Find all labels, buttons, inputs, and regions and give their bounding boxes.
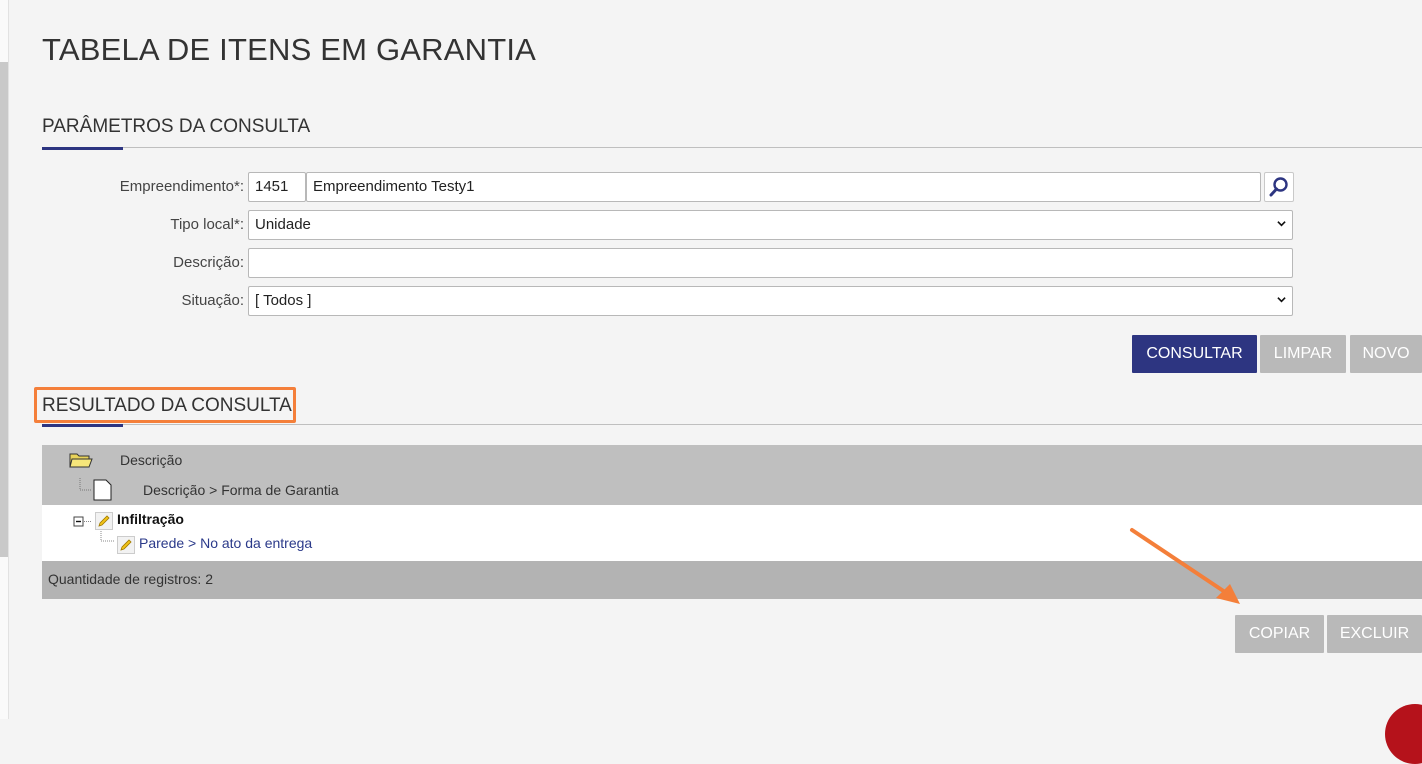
empreendimento-name-input[interactable]: Empreendimento Testy1 [306, 172, 1261, 202]
excluir-button[interactable]: EXCLUIR [1327, 615, 1422, 653]
page-title: TABELA DE ITENS EM GARANTIA [42, 32, 537, 67]
empreendimento-code-input[interactable]: 1451 [248, 172, 306, 202]
situacao-label: Situação: [181, 292, 244, 309]
search-icon [1269, 177, 1288, 197]
descricao-label: Descrição: [173, 254, 244, 271]
consultar-button[interactable]: CONSULTAR [1132, 335, 1257, 373]
folder-icon [69, 453, 93, 468]
novo-button[interactable]: NOVO [1350, 335, 1422, 373]
results-section-accent [42, 424, 123, 427]
chevron-down-icon [1277, 221, 1286, 227]
search-button[interactable] [1264, 172, 1294, 202]
pencil-icon [95, 512, 113, 530]
situacao-select[interactable]: [ Todos ] [248, 286, 1293, 316]
tipo-local-select[interactable]: Unidade [248, 210, 1293, 240]
results-title-highlight [34, 387, 296, 423]
tree-node-root[interactable]: Infiltração [117, 511, 184, 527]
copiar-button[interactable]: COPIAR [1235, 615, 1324, 653]
collapse-icon[interactable] [73, 515, 93, 529]
situacao-value: [ Todos ] [255, 292, 312, 309]
pencil-icon [117, 536, 135, 554]
params-section-title: PARÂMETROS DA CONSULTA [42, 116, 311, 137]
descricao-input[interactable] [248, 248, 1293, 278]
chevron-down-icon [1277, 297, 1286, 303]
document-icon [79, 478, 112, 501]
tree-node-child[interactable]: Parede > No ato da entrega [139, 535, 312, 551]
left-scrollbar[interactable] [0, 62, 8, 557]
empreendimento-label: Empreendimento*: [119, 178, 244, 195]
limpar-button[interactable]: LIMPAR [1260, 335, 1346, 373]
tipo-local-value: Unidade [255, 216, 311, 233]
tree-header-level2: Descrição > Forma de Garantia [143, 482, 339, 498]
tipo-local-label: Tipo local*: [170, 216, 244, 233]
chat-widget-button[interactable] [1385, 704, 1422, 764]
record-count: Quantidade de registros: 2 [48, 571, 213, 587]
tree-header-level1: Descrição [120, 452, 183, 468]
annotation-arrow-icon [1130, 528, 1240, 604]
params-section-divider [42, 147, 1422, 148]
tree-connector [100, 531, 115, 542]
params-section-accent [42, 147, 123, 150]
results-section-divider [42, 424, 1422, 425]
